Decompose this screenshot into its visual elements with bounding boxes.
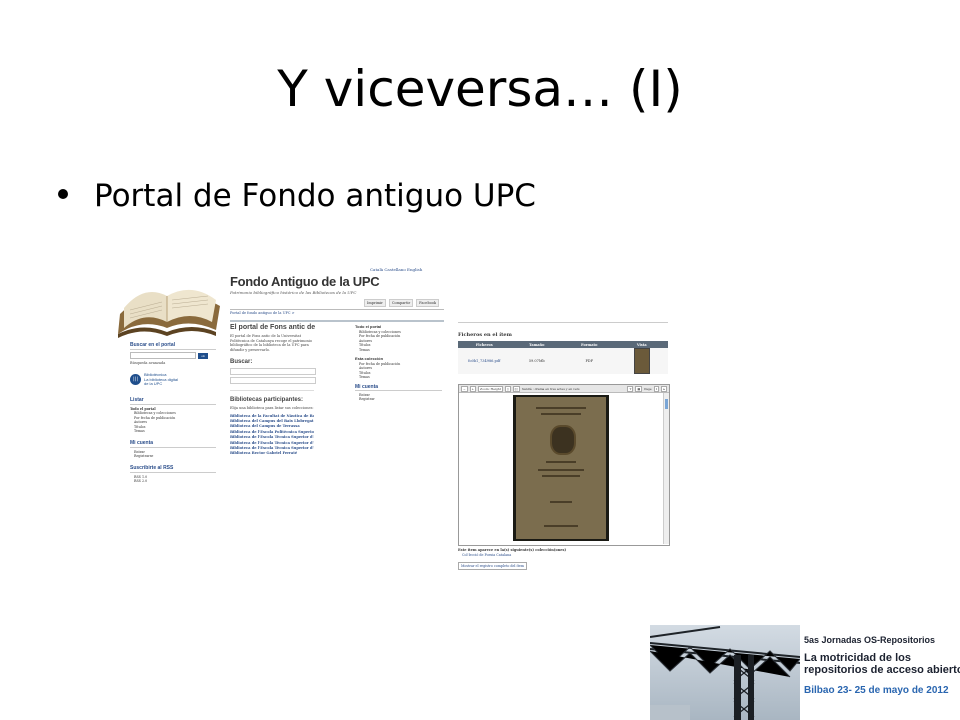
advanced-search-link[interactable]: Búsqueda avanzada (130, 361, 216, 365)
file-thumbnail[interactable] (633, 348, 650, 374)
list-heading: Listar (130, 397, 216, 405)
rss-link[interactable]: RSS 2.0 (130, 479, 216, 484)
portal-logo-title[interactable]: Fondo Antiguo de la UPC (230, 274, 380, 289)
files-table-header: Ficheros Tamaño Formato Vista (458, 341, 668, 348)
this-collection-heading: Esta colección (355, 356, 384, 362)
thumbnails-icon[interactable]: ▦ (635, 385, 643, 392)
conference-theme-line-2: repositorios de acceso abierto (804, 664, 960, 676)
language-links[interactable]: Català Castellano English (370, 267, 422, 272)
zoom-in-button[interactable]: + (469, 385, 477, 392)
full-record-button[interactable]: Mostrar el registro completo del ítem (458, 562, 527, 570)
facebook-button[interactable]: Facebook (416, 299, 440, 307)
bridge-photo (650, 625, 800, 720)
document-emblem-icon (550, 425, 576, 455)
account-heading: Mi cuenta (130, 440, 216, 448)
conference-name: 5as Jornadas OS-Repositorios (804, 635, 936, 645)
register-link[interactable]: Registrarse (130, 454, 216, 459)
portal-intro-text: El portal de Fons antic de la Universita… (230, 334, 312, 352)
library-link[interactable]: Biblioteca Rector Gabriel Ferraté (230, 451, 314, 456)
slide-title: Y viceversa… (I) (277, 60, 683, 118)
conference-banner: 5as Jornadas OS-Repositorios La motricid… (650, 625, 960, 720)
viewer-toolbar: − + Zoom: Height ▯ ▯▯ Sanitá : drama en … (459, 385, 669, 393)
main-search-input[interactable] (230, 368, 316, 375)
list-item[interactable]: Temas (130, 429, 216, 434)
bullet-text: Portal de Fondo antiguo UPC (94, 178, 536, 214)
document-page (513, 395, 609, 541)
text-tool-icon[interactable]: T (627, 385, 634, 392)
conference-date: Bilbao 23- 25 de mayo de 2012 (804, 685, 949, 696)
right-sidebar: Todo el portal Bibliotecas y colecciones… (355, 324, 442, 405)
breadcrumb-divider (230, 320, 444, 322)
all-portal-heading: Todo el portal (355, 324, 382, 329)
header-divider (230, 309, 444, 310)
files-heading: Ficheros en el ítem (458, 332, 512, 338)
files-table: Ficheros Tamaño Formato Vista fo0b1_7349… (458, 341, 668, 374)
file-link[interactable]: fo0b1_734986.pdf (458, 359, 511, 363)
page-number-input[interactable]: 1 (653, 385, 660, 392)
breadcrumb[interactable]: Portal de fondo antiguo de la UPC > (230, 311, 295, 315)
viewer-document-title: Sanitá : drama en tres actes y en vers (521, 386, 580, 391)
social-toolbar: Imprimir Compartir Facebook (364, 299, 440, 307)
item-screenshot: Ficheros en el ítem Ficheros Tamaño Form… (454, 322, 670, 574)
column-header: Vista (636, 342, 647, 347)
bullet-dot-icon (58, 188, 68, 199)
file-size: 59.07Mb (528, 359, 545, 363)
table-row: fo0b1_734986.pdf 59.07Mb PDF (458, 348, 668, 374)
document-viewer: − + Zoom: Height ▯ ▯▯ Sanitá : drama en … (458, 384, 670, 546)
conference-theme-line-1: La motricidad de los (804, 652, 911, 664)
library-link[interactable]: Biblioteca de l'Escola Tècnica Superior … (230, 435, 314, 440)
viewer-scrollbar[interactable] (663, 393, 669, 544)
print-button[interactable]: Imprimir (364, 299, 386, 307)
rss-heading: Suscribirte al RSS (130, 465, 216, 473)
section-divider (230, 390, 314, 391)
register-link[interactable]: Registrar (355, 397, 442, 401)
next-page-icon[interactable]: ▸ (661, 385, 667, 392)
sidebar-search-button[interactable]: ok (198, 352, 208, 359)
list-item[interactable]: Temas (355, 375, 442, 379)
sidebar-search-input[interactable] (130, 352, 196, 359)
column-header: Ficheros (475, 342, 493, 347)
account-heading: Mi cuenta (355, 384, 442, 391)
column-header: Tamaño (529, 342, 545, 347)
portal-screenshot: Català Castellano English Fondo Antiguo … (112, 262, 444, 514)
file-format: PDF (585, 359, 594, 363)
page-label: Page (644, 386, 652, 391)
sidebar-search: ok (130, 352, 216, 359)
conference-theme: La motricidad de los repositorios de acc… (804, 652, 960, 676)
share-button[interactable]: Compartir (388, 299, 414, 307)
bibliotecnica-banner[interactable]: ||| Bibliotècnica La biblioteca digital … (130, 372, 216, 387)
main-search-input-2[interactable] (230, 377, 316, 384)
bibliotecnica-line-3: de la UPC (144, 381, 163, 386)
bibliotecnica-logo-icon: ||| (130, 374, 141, 386)
item-top-divider (458, 322, 668, 323)
portal-logo-subtitle: Patrimonio bibliográfico histórico de la… (230, 290, 357, 295)
column-header: Formato (581, 342, 598, 347)
search-heading: Buscar en el portal (130, 342, 216, 350)
collection-link[interactable]: Col·lecció de Poesia Catalana (462, 553, 511, 557)
list-item[interactable]: Temas (355, 348, 442, 352)
bullet-item: Portal de Fondo antiguo UPC (58, 178, 536, 214)
zoom-select[interactable]: Zoom: Height (478, 385, 503, 392)
document-page-image (516, 397, 606, 539)
conference-banner-text: 5as Jornadas OS-Repositorios La motricid… (804, 635, 960, 696)
double-page-icon[interactable]: ▯▯ (512, 385, 520, 392)
left-sidebar: Buscar en el portal ok Búsqueda avanzada… (130, 342, 216, 490)
single-page-icon[interactable]: ▯ (504, 385, 511, 392)
libraries-intro: Elija una biblioteca para listar sus col… (230, 406, 314, 410)
collections-note: Este ítem aparece en la(s) siguiente(s) … (458, 548, 567, 552)
zoom-out-button[interactable]: − (461, 385, 468, 392)
old-book-icon (112, 262, 222, 344)
